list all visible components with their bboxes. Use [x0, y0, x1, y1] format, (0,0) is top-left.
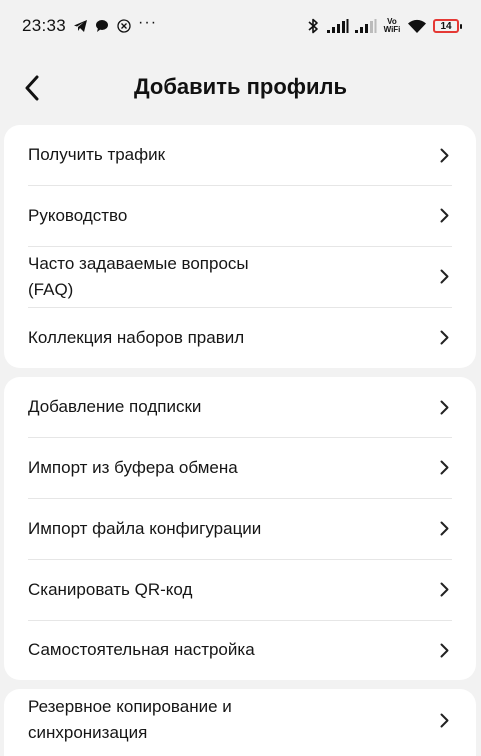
bluetooth-icon — [305, 18, 321, 34]
chevron-right-icon — [438, 642, 450, 658]
battery-icon: 14 — [433, 19, 462, 33]
signal-strength-2-icon — [355, 18, 377, 34]
wifi-icon — [407, 18, 427, 34]
menu-item-label: Импорт из буфера обмена — [28, 457, 238, 477]
menu-item-manual-setup[interactable]: Самостоятельная настройка — [4, 620, 476, 680]
menu-item-add-subscription[interactable]: Добавление подписки — [4, 377, 476, 437]
menu-group-3: Резервное копирование и синхронизация — [4, 689, 476, 756]
menu-item-label: Руководство — [28, 205, 128, 225]
menu-item-label: Коллекция наборов правил — [28, 327, 245, 347]
menu-item-label: Получить трафик — [28, 145, 166, 164]
chevron-right-icon — [438, 582, 450, 598]
telegram-icon — [72, 18, 88, 34]
menu-group-1: Получить трафик Руководство Часто задава… — [4, 125, 476, 368]
menu-item-import-clipboard[interactable]: Импорт из буфера обмена — [4, 437, 476, 498]
close-circle-icon — [116, 18, 132, 34]
menu-item-label: Добавление подписки — [28, 397, 202, 416]
chevron-right-icon — [438, 330, 450, 346]
vowifi-bottom: WiFi — [383, 25, 401, 34]
more-notifications-icon: ··· — [138, 14, 158, 31]
status-bar: 23:33 ··· Vo WiFi 14 — [0, 0, 481, 52]
chevron-right-icon — [438, 712, 450, 728]
chat-bubble-icon — [94, 18, 110, 34]
chevron-right-icon — [438, 147, 450, 163]
menu-item-label: Импорт файла конфигурации — [28, 518, 262, 538]
page-title: Добавить профиль — [133, 74, 348, 99]
menu-item-label: Самостоятельная настройка — [28, 640, 255, 659]
menu-item-import-config-file[interactable]: Импорт файла конфигурации — [4, 498, 476, 559]
vowifi-icon: Vo WiFi — [383, 18, 401, 34]
menu-group-2: Добавление подписки Импорт из буфера обм… — [4, 377, 476, 680]
menu-item-rule-sets[interactable]: Коллекция наборов правил — [4, 307, 476, 368]
menu-item-backup-sync[interactable]: Резервное копирование и синхронизация — [4, 689, 476, 751]
chevron-right-icon — [438, 460, 450, 476]
status-left: 23:33 ··· — [22, 14, 158, 36]
menu-item-label: Резервное копирование и синхронизация — [28, 697, 232, 742]
status-time: 23:33 — [22, 16, 67, 35]
chevron-right-icon — [438, 269, 450, 285]
chevron-right-icon — [438, 521, 450, 537]
signal-strength-icon — [327, 18, 349, 34]
menu-item-label: Часто задаваемые вопросы (FAQ) — [28, 253, 249, 299]
chevron-right-icon — [438, 208, 450, 224]
app-header: Добавить профиль — [0, 60, 481, 116]
menu-item-get-traffic[interactable]: Получить трафик — [4, 125, 476, 185]
status-right: Vo WiFi 14 — [305, 18, 462, 34]
menu-item-label: Сканировать QR-код — [28, 579, 193, 599]
battery-level: 14 — [440, 20, 452, 32]
menu-item-guide[interactable]: Руководство — [4, 185, 476, 246]
menu-item-faq[interactable]: Часто задаваемые вопросы (FAQ) — [4, 246, 476, 307]
chevron-right-icon — [438, 399, 450, 415]
menu-item-scan-qr[interactable]: Сканировать QR-код — [4, 559, 476, 620]
